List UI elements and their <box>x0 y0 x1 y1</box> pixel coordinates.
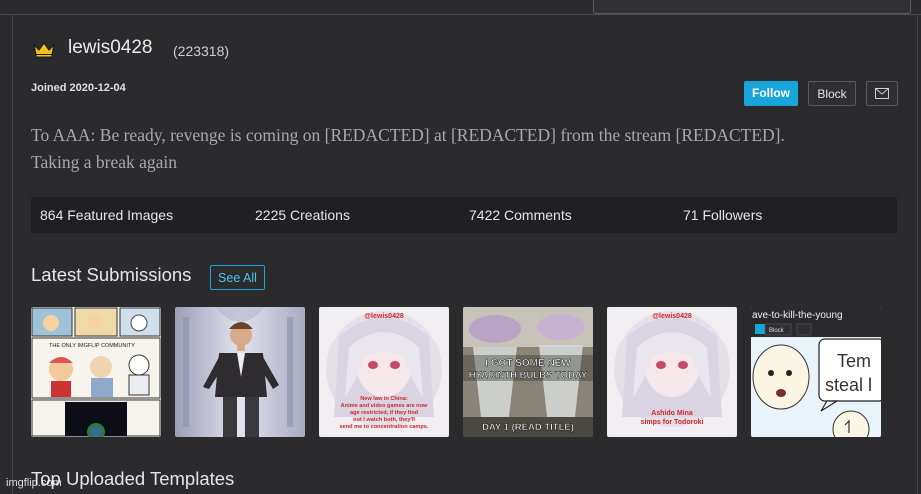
stat-comments[interactable]: 7422 Comments <box>469 207 572 223</box>
thumb4-line-3: DAY 1 (READ TITLE) <box>482 422 574 433</box>
thumb5-line-2: simps for Todoroki <box>641 419 704 426</box>
profile-bio: To AAA: Be ready, revenge is coming on [… <box>31 122 911 176</box>
stat-followers[interactable]: 71 Followers <box>683 207 762 223</box>
latest-submissions-title: Latest Submissions <box>31 264 192 285</box>
photo-image <box>175 307 305 437</box>
meme-image: ave-to-kill-the-young Block Tem steal l <box>751 307 881 437</box>
stats-bar: 864 Featured Images 2225 Creations 7422 … <box>31 197 897 233</box>
panel-border-right <box>917 15 918 494</box>
thumb3-line-1: New law in China: <box>360 396 408 402</box>
profile-points: (223318) <box>173 43 230 59</box>
thumb6-block-label: Block <box>769 328 785 334</box>
thumb3-line-5: send me to concentration camps. <box>340 424 429 430</box>
submission-thumb-2[interactable] <box>175 307 305 437</box>
thumb6-bubble-line-2: steal l <box>825 375 872 395</box>
thumb3-line-2: Anime and video games are now <box>341 403 428 409</box>
thumb5-username: @lewis0428 <box>652 313 692 320</box>
submission-thumb-6[interactable]: ave-to-kill-the-young Block Tem steal l <box>751 307 881 437</box>
top-bar <box>0 0 921 15</box>
thumb4-line-2: HYACINTH BULBS TODAY <box>469 370 588 381</box>
thumb6-header: ave-to-kill-the-young <box>752 310 843 321</box>
thumb4-line-1: I GOT SOME NEW <box>485 358 571 369</box>
stat-featured-images[interactable]: 864 Featured Images <box>40 207 173 223</box>
block-button[interactable]: Block <box>808 81 856 106</box>
thumb6-bubble-line-1: Tem <box>837 351 871 371</box>
submission-thumb-4[interactable]: I GOT SOME NEW HYACINTH BULBS TODAY DAY … <box>463 307 593 437</box>
submission-thumb-1[interactable]: THE ONLY IMGFLIP COMMUNITY <box>31 307 161 437</box>
stat-creations[interactable]: 2225 Creations <box>255 207 350 223</box>
bulbs-photo: I GOT SOME NEW HYACINTH BULBS TODAY DAY … <box>463 307 593 437</box>
profile-joined-date: Joined 2020-12-04 <box>31 82 126 94</box>
search-input[interactable] <box>593 0 911 14</box>
bio-line-1: To AAA: Be ready, revenge is coming on [… <box>31 125 785 145</box>
comic-caption: THE ONLY IMGFLIP COMMUNITY <box>49 343 135 349</box>
bio-line-2: Taking a break again <box>31 152 177 172</box>
site-watermark: imgflip.com <box>6 477 62 489</box>
profile-username[interactable]: lewis0428 <box>68 37 153 59</box>
see-all-button[interactable]: See All <box>210 265 265 290</box>
message-button[interactable] <box>866 81 898 106</box>
submission-thumb-3[interactable]: @lewis0428 New law in China: Anime and v… <box>319 307 449 437</box>
follow-button[interactable]: Follow <box>744 81 798 106</box>
thumb3-line-3: age restricted, if they find <box>350 410 419 416</box>
mail-icon <box>875 88 889 99</box>
thumb3-username: @lewis0428 <box>364 313 404 320</box>
submission-thumb-5[interactable]: @lewis0428 Ashido Mina simps for Todorok… <box>607 307 737 437</box>
announcement-image: @lewis0428 Ashido Mina simps for Todorok… <box>607 307 737 437</box>
panel-border-left <box>12 15 13 494</box>
crown-icon <box>33 41 55 58</box>
thumb5-line-1: Ashido Mina <box>651 410 693 417</box>
comic-image: THE ONLY IMGFLIP COMMUNITY <box>31 307 161 437</box>
thumb3-line-4: out I watch both, they'll <box>353 417 415 423</box>
announcement-image: @lewis0428 New law in China: Anime and v… <box>319 307 449 437</box>
